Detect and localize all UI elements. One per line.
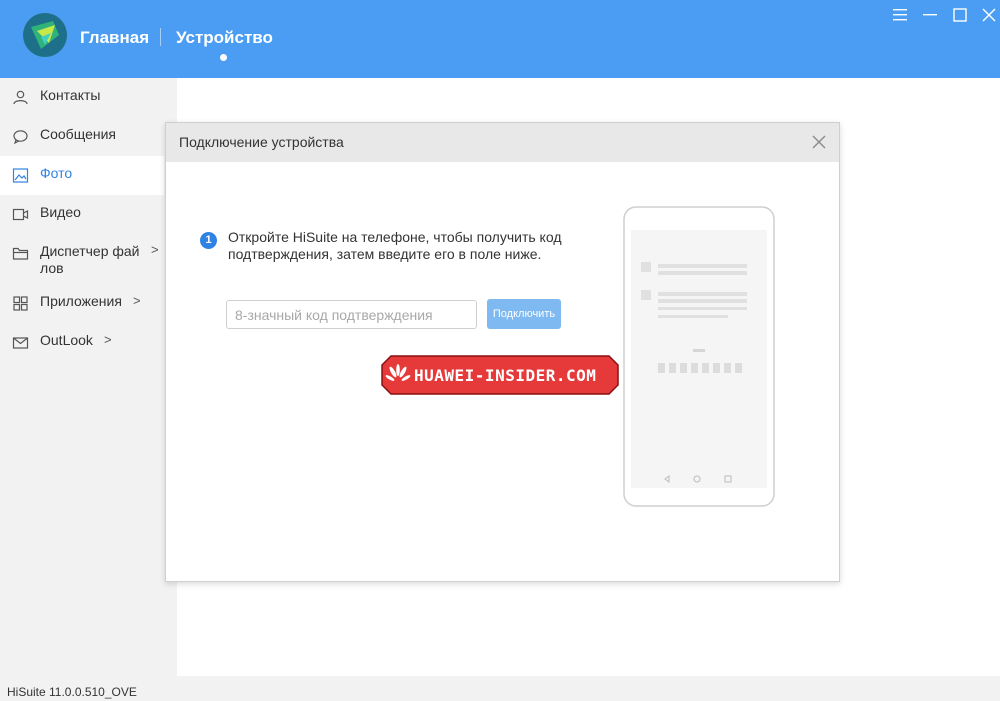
sidebar-item-messages[interactable]: Сообщения — [0, 117, 164, 156]
tab-device[interactable]: Устройство — [176, 28, 273, 48]
contact-icon — [13, 90, 28, 105]
sidebar-item-label: Сообщения — [40, 126, 116, 142]
chevron-right-icon: > — [133, 293, 141, 308]
sidebar-item-label: Диспетчер фай лов — [40, 243, 140, 276]
mail-icon — [12, 337, 29, 349]
sidebar-item-video[interactable]: Видео — [0, 195, 164, 234]
sidebar-item-label: OutLook — [40, 332, 93, 348]
connect-button[interactable]: Подключить — [487, 299, 561, 329]
sidebar-item-label: Контакты — [40, 87, 101, 103]
sidebar: Контакты Сообщения Фото Видео Диспетчер … — [0, 78, 177, 676]
chevron-right-icon: > — [151, 242, 159, 257]
watermark-text: HUAWEI-INSIDER.COM — [414, 366, 597, 385]
status-bar: HiSuite 11.0.0.510_OVE — [0, 676, 1000, 701]
message-icon — [13, 130, 28, 145]
dialog-header: Подключение устройства — [166, 123, 839, 162]
hisuite-logo — [23, 13, 67, 57]
step-number-badge: 1 — [200, 232, 217, 249]
sidebar-item-label: Видео — [40, 204, 81, 220]
minimize-icon[interactable] — [921, 6, 939, 24]
close-icon[interactable] — [980, 6, 998, 24]
close-icon[interactable] — [811, 134, 827, 150]
sidebar-item-label: Фото — [40, 165, 73, 181]
phone-illustration — [623, 206, 775, 507]
sidebar-item-label: Приложения — [40, 293, 122, 309]
sidebar-item-outlook[interactable]: OutLook > — [0, 323, 164, 362]
active-tab-indicator — [220, 54, 227, 61]
tab-separator — [160, 28, 161, 46]
photo-icon — [12, 168, 29, 183]
title-bar: Главная Устройство — [0, 0, 1000, 78]
version-label: HiSuite 11.0.0.510_OVE — [7, 685, 137, 699]
tab-main[interactable]: Главная — [80, 28, 149, 48]
verification-code-input[interactable] — [226, 300, 477, 329]
folder-icon — [12, 247, 29, 260]
sidebar-item-photo[interactable]: Фото — [0, 156, 164, 195]
video-icon — [12, 208, 29, 221]
menu-icon[interactable] — [891, 6, 909, 24]
apps-icon — [13, 296, 28, 311]
sidebar-item-contacts[interactable]: Контакты — [0, 78, 164, 117]
sidebar-item-apps[interactable]: Приложения > — [0, 284, 164, 323]
dialog-title: Подключение устройства — [179, 134, 344, 150]
chevron-right-icon: > — [104, 332, 112, 347]
step-instruction: Откройте HiSuite на телефоне, чтобы полу… — [228, 229, 562, 262]
sidebar-item-file-manager[interactable]: Диспетчер фай лов > — [0, 234, 164, 284]
maximize-icon[interactable] — [951, 6, 969, 24]
connect-device-dialog: Подключение устройства 1 Откройте HiSuit… — [165, 122, 840, 582]
